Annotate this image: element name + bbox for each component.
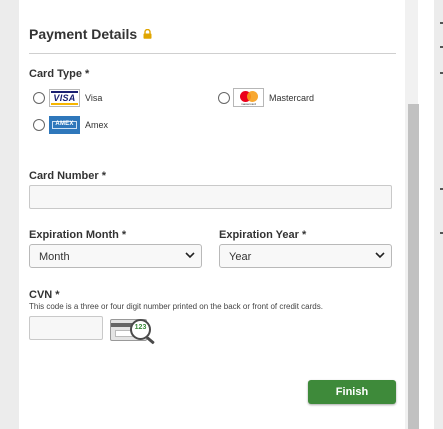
title-divider <box>29 53 396 54</box>
backdrop-left <box>0 0 19 429</box>
expiration-year-select[interactable]: Year <box>219 244 392 268</box>
visa-logo: VISA <box>49 89 80 107</box>
card-number-input[interactable] <box>29 185 392 209</box>
card-type-label: Card Type * <box>29 68 90 80</box>
cvn-hint: This code is a three or four digit numbe… <box>29 302 323 311</box>
cvn-card-magnifier-icon: 123 <box>110 316 158 345</box>
card-number-label: Card Number * <box>29 170 107 182</box>
card-type-amex-label: Amex <box>85 120 109 130</box>
expiration-month-label: Expiration Month * <box>29 229 127 241</box>
expiration-year-value: Year <box>229 251 252 263</box>
backdrop-right <box>434 0 443 429</box>
card-type-mastercard-label: Mastercard <box>269 93 315 103</box>
scrollbar-thumb[interactable] <box>408 104 419 429</box>
cvn-label: CVN * <box>29 289 60 301</box>
payment-panel <box>19 0 434 429</box>
card-type-visa-radio[interactable] <box>33 92 45 104</box>
expiration-month-value: Month <box>39 251 70 263</box>
card-type-visa-label: Visa <box>85 93 103 103</box>
amex-logo: AMEX <box>49 116 80 134</box>
card-type-amex-radio[interactable] <box>33 119 45 131</box>
lock-icon <box>143 29 152 39</box>
chevron-down-icon <box>185 252 195 259</box>
expiration-month-select[interactable]: Month <box>29 244 202 268</box>
finish-button[interactable]: Finish <box>308 380 396 404</box>
card-type-mastercard-radio[interactable] <box>218 92 230 104</box>
expiration-year-label: Expiration Year * <box>219 229 307 241</box>
chevron-down-icon <box>375 252 385 259</box>
cvn-input[interactable] <box>29 316 103 340</box>
page-title: Payment Details <box>29 26 138 42</box>
mastercard-logo: mastercard <box>233 88 264 107</box>
